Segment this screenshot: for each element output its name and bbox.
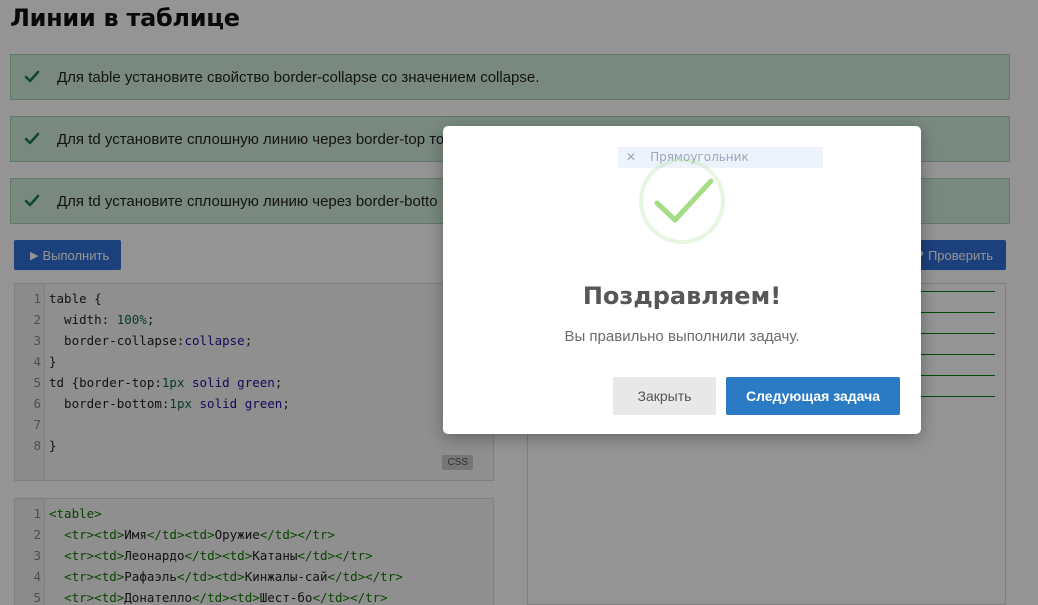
checkmark-icon [654,178,714,223]
close-button[interactable]: Закрыть [613,377,716,415]
close-icon: ✕ [626,150,637,164]
next-task-button[interactable]: Следующая задача [726,377,900,415]
success-dialog: ✕ Прямоугольник Поздравляем! Вы правильно… [443,126,921,434]
dialog-title: Поздравляем! [582,282,782,310]
dialog-message: Вы правильно выполнили задачу. [564,328,800,345]
ghost-tooltip: ✕ Прямоугольник [618,147,823,168]
